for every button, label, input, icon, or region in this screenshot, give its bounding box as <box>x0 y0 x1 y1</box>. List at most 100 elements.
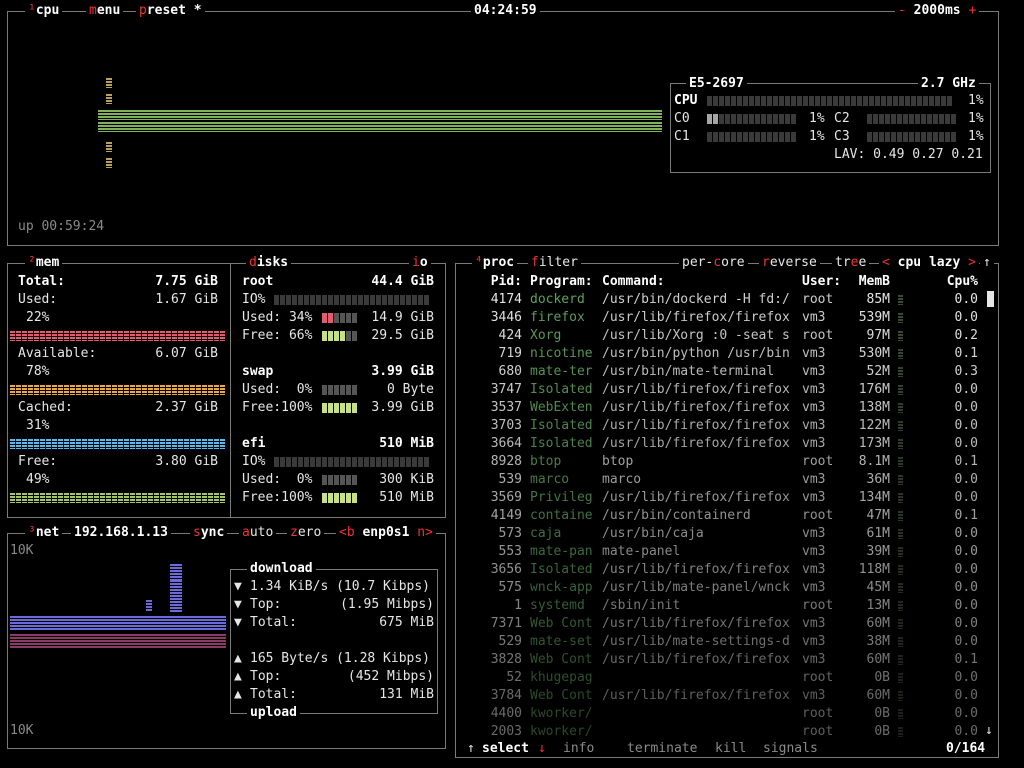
bar-segment <box>743 132 748 142</box>
sort-selector[interactable]: < cpu lazy > <box>879 256 979 270</box>
bar-segment <box>340 457 345 467</box>
process-pid: 3747 <box>490 382 522 397</box>
disk-name[interactable]: swap <box>242 363 273 381</box>
header-mem[interactable]: MemB <box>852 273 890 291</box>
filter-button[interactable]: filter <box>528 256 581 270</box>
core-c3-pct: 1% <box>968 129 984 144</box>
tree-toggle[interactable]: tree <box>832 256 870 270</box>
disks-title[interactable]: disks <box>246 256 292 270</box>
bar-segment <box>118 493 123 503</box>
process-command: /usr/lib/firefox/firefox <box>602 436 790 451</box>
rate-decrease-button[interactable]: - <box>898 3 906 18</box>
menu-button[interactable]: menu <box>86 4 124 18</box>
header-program[interactable]: Program: <box>530 273 593 291</box>
header-user[interactable]: User: <box>802 273 841 291</box>
bar-segment <box>340 475 345 485</box>
mem-item-value: 3.80 GiB <box>155 454 218 469</box>
bar-segment <box>88 493 93 503</box>
bar-segment <box>136 331 141 341</box>
rate-increase-button[interactable]: + <box>968 3 976 18</box>
header-command[interactable]: Command: <box>602 273 665 291</box>
process-user: root <box>802 292 834 307</box>
bar-segment <box>280 295 285 305</box>
bar-segment <box>898 619 903 629</box>
next-interface-button[interactable]: n> <box>417 525 433 540</box>
bar-segment <box>394 457 399 467</box>
bar-segment <box>898 727 903 737</box>
header-pid[interactable]: Pid: <box>464 273 522 291</box>
process-pid: 575 <box>498 580 522 595</box>
net-title[interactable]: ³net <box>25 526 63 540</box>
terminate-button[interactable]: terminate <box>624 742 701 756</box>
mem-title[interactable]: ²mem <box>25 256 63 270</box>
bar-segment <box>939 132 944 142</box>
process-mem-graph <box>898 331 938 341</box>
preset-button[interactable]: preset * <box>136 4 205 18</box>
uptime: up 00:59:24 <box>18 219 105 234</box>
mem-item-value: 2.37 GiB <box>155 400 218 415</box>
bar-segment <box>941 96 946 106</box>
sort-prev-button[interactable]: < <box>882 255 890 270</box>
auto-toggle[interactable]: auto <box>239 526 277 540</box>
update-rate[interactable]: - 2000ms + <box>895 3 980 18</box>
process-user: vm3 <box>802 310 826 325</box>
disk-name[interactable]: efi <box>242 435 265 453</box>
process-command: /usr/lib/firefox/firefox <box>602 688 790 703</box>
process-pid: 4174 <box>490 292 522 307</box>
select-label[interactable]: select <box>479 742 532 756</box>
footer-up-arrow[interactable]: ↑ <box>464 742 478 756</box>
process-mem: 85M <box>866 292 890 307</box>
process-mem-graph <box>898 475 938 485</box>
process-user: vm3 <box>802 472 826 487</box>
bar-segment <box>346 313 351 323</box>
header-cpu[interactable]: Cpu% <box>942 273 978 291</box>
bar-segment <box>178 331 183 341</box>
proc-title[interactable]: ⁴proc <box>472 256 518 270</box>
process-cpu: 0.1 <box>954 508 978 523</box>
bar-segment <box>322 403 327 413</box>
bar-segment <box>885 132 890 142</box>
sort-next-button[interactable]: > <box>968 255 976 270</box>
prev-interface-button[interactable]: <b <box>339 525 355 540</box>
bar-segment <box>905 96 910 106</box>
process-mem-graph <box>898 727 938 737</box>
process-mem: 122M <box>858 418 890 433</box>
interface-selector[interactable]: <b enp0s1 n> <box>336 526 436 540</box>
bar-segment <box>10 385 15 395</box>
bar-segment <box>424 295 429 305</box>
footer-down-arrow[interactable]: ↓ <box>535 742 549 756</box>
scroll-down-arrow[interactable]: ↓ <box>985 722 993 740</box>
cpu-title[interactable]: ¹cpu <box>25 4 63 18</box>
bar-segment <box>743 114 748 124</box>
bar-segment <box>328 295 333 305</box>
bar-segment <box>310 295 315 305</box>
bar-segment <box>869 96 874 106</box>
kill-button[interactable]: kill <box>712 742 750 756</box>
zero-toggle[interactable]: zero <box>287 526 325 540</box>
bar-segment <box>898 655 903 665</box>
proc-header: Pid: Program: Command: User: MemB Cpu% <box>464 273 978 291</box>
sync-toggle[interactable]: sync <box>190 526 228 540</box>
process-mem: 118M <box>858 562 890 577</box>
bar-segment <box>124 439 129 449</box>
process-cpu: 0.0 <box>954 400 978 415</box>
io-toggle[interactable]: io <box>409 256 431 270</box>
info-button[interactable]: info <box>560 742 598 756</box>
cpu-graph-spike <box>106 158 112 168</box>
process-cpu: 0.0 <box>954 382 978 397</box>
bar-segment <box>400 457 405 467</box>
signals-button[interactable]: signals <box>760 742 821 756</box>
bar-segment <box>16 385 21 395</box>
bar-segment <box>166 385 171 395</box>
download-total: 675 MiB <box>379 615 434 630</box>
disk-name[interactable]: root <box>242 273 273 291</box>
process-cpu: 0.1 <box>954 346 978 361</box>
bar-segment <box>100 331 105 341</box>
scroll-up-arrow[interactable]: ↑ <box>980 256 994 270</box>
process-mem: 8.1M <box>858 454 890 469</box>
reverse-toggle[interactable]: reverse <box>759 256 820 270</box>
process-mem-graph <box>898 529 938 539</box>
per-core-toggle[interactable]: per-core <box>679 256 748 270</box>
process-mem-graph <box>898 691 938 701</box>
proc-scrollbar-thumb[interactable] <box>987 291 994 307</box>
